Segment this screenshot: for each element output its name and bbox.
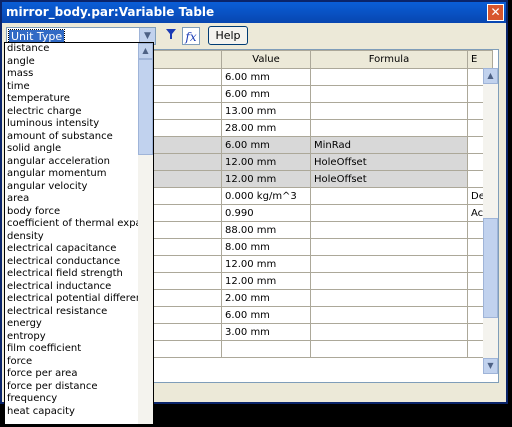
dropdown-item[interactable]: electrical capacitance xyxy=(5,243,138,256)
dropdown-item[interactable]: frequency xyxy=(5,393,138,406)
dropdown-item[interactable]: angular acceleration xyxy=(5,156,138,169)
cell-value[interactable]: 6.00 mm xyxy=(221,136,311,154)
dropdown-item[interactable]: force per area xyxy=(5,368,138,381)
cell-formula[interactable]: MinRad xyxy=(310,136,468,154)
window-title: mirror_body.par:Variable Table xyxy=(6,5,215,19)
cell-formula[interactable] xyxy=(310,68,468,86)
dropdown-item[interactable]: amount of substance xyxy=(5,131,138,144)
title-bar[interactable]: mirror_body.par:Variable Table ✕ xyxy=(2,2,506,23)
dropdown-item[interactable]: electrical field strength xyxy=(5,268,138,281)
dropdown-item[interactable]: area xyxy=(5,193,138,206)
column-header-value[interactable]: Value xyxy=(221,50,311,69)
dropdown-item[interactable]: electric charge xyxy=(5,106,138,119)
dropdown-scroll-up-icon[interactable]: ▲ xyxy=(138,43,153,59)
dropdown-item[interactable]: solid angle xyxy=(5,143,138,156)
cell-value[interactable]: 0.990 xyxy=(221,204,311,222)
dropdown-item[interactable]: body force xyxy=(5,206,138,219)
dropdown-item[interactable]: coefficient of thermal expans xyxy=(5,218,138,231)
dropdown-item[interactable]: luminous intensity xyxy=(5,118,138,131)
cell-value[interactable]: 12.00 mm xyxy=(221,153,311,171)
cell-formula[interactable] xyxy=(310,119,468,137)
cell-value[interactable]: 6.00 mm xyxy=(221,306,311,324)
dropdown-item[interactable]: angular velocity xyxy=(5,181,138,194)
dropdown-item[interactable]: time xyxy=(5,81,138,94)
dropdown-item[interactable]: angular momentum xyxy=(5,168,138,181)
column-header-formula[interactable]: Formula xyxy=(310,50,468,69)
cell-formula[interactable] xyxy=(310,255,468,273)
cell-formula[interactable]: HoleOffset xyxy=(310,170,468,188)
dropdown-item[interactable]: electrical resistance xyxy=(5,306,138,319)
cell-formula[interactable] xyxy=(310,306,468,324)
cell-formula[interactable] xyxy=(310,204,468,222)
cell-value[interactable]: 88.00 mm xyxy=(221,221,311,239)
filter-button[interactable] xyxy=(162,27,180,45)
cell-value[interactable]: 6.00 mm xyxy=(221,68,311,86)
dropdown-item[interactable]: electrical inductance xyxy=(5,281,138,294)
cell-value[interactable]: 12.00 mm xyxy=(221,170,311,188)
scroll-thumb[interactable] xyxy=(483,218,498,318)
dropdown-item[interactable]: film coefficient xyxy=(5,343,138,356)
dropdown-item[interactable]: force xyxy=(5,356,138,369)
cell-formula[interactable] xyxy=(310,85,468,103)
cell-value[interactable]: 8.00 mm xyxy=(221,238,311,256)
dropdown-item[interactable]: mass xyxy=(5,68,138,81)
dropdown-item[interactable]: heat capacity xyxy=(5,406,138,419)
dropdown-item[interactable]: temperature xyxy=(5,93,138,106)
dropdown-scrollbar[interactable]: ▲ xyxy=(138,43,153,424)
help-label: Help xyxy=(215,29,241,42)
cell-formula[interactable] xyxy=(310,187,468,205)
dropdown-item[interactable]: angle xyxy=(5,56,138,69)
cell-formula[interactable] xyxy=(310,221,468,239)
dropdown-items: distance angle mass time temperature electric… xyxy=(5,43,138,418)
cell-value[interactable]: 13.00 mm xyxy=(221,102,311,120)
dropdown-item[interactable]: energy xyxy=(5,318,138,331)
cell-value[interactable] xyxy=(221,340,311,358)
dropdown-item[interactable]: force per distance xyxy=(5,381,138,394)
dropdown-item[interactable]: electrical potential difference xyxy=(5,293,138,306)
cell-value[interactable]: 12.00 mm xyxy=(221,255,311,273)
formula-icon: fx xyxy=(185,30,197,44)
close-icon: ✕ xyxy=(490,5,501,19)
cell-formula[interactable] xyxy=(310,102,468,120)
cell-value[interactable]: 0.000 kg/m^3 xyxy=(221,187,311,205)
cell-formula[interactable] xyxy=(310,272,468,290)
cell-formula[interactable] xyxy=(310,238,468,256)
help-button[interactable]: Help xyxy=(208,26,248,45)
column-header-extra[interactable]: E xyxy=(467,50,493,69)
cell-formula[interactable]: HoleOffset xyxy=(310,153,468,171)
dropdown-scroll-thumb[interactable] xyxy=(138,59,153,155)
dropdown-item[interactable]: electrical conductance xyxy=(5,256,138,269)
formula-button[interactable]: fx xyxy=(182,27,200,45)
scroll-down-icon[interactable]: ▼ xyxy=(483,358,498,374)
filter-icon xyxy=(166,29,176,39)
cell-value[interactable]: 6.00 mm xyxy=(221,85,311,103)
unit-type-dropdown-list[interactable]: distance angle mass time temperature electric… xyxy=(4,42,154,425)
dropdown-item[interactable]: distance xyxy=(5,43,138,56)
vertical-scrollbar[interactable]: ▲ ▼ xyxy=(483,68,498,374)
close-button[interactable]: ✕ xyxy=(487,4,504,21)
cell-value[interactable]: 2.00 mm xyxy=(221,289,311,307)
dropdown-item[interactable]: entropy xyxy=(5,331,138,344)
cell-value[interactable]: 12.00 mm xyxy=(221,272,311,290)
dropdown-item[interactable]: density xyxy=(5,231,138,244)
cell-value[interactable]: 28.00 mm xyxy=(221,119,311,137)
cell-formula[interactable] xyxy=(310,323,468,341)
cell-formula[interactable] xyxy=(310,340,468,358)
scroll-up-icon[interactable]: ▲ xyxy=(483,68,498,84)
cell-formula[interactable] xyxy=(310,289,468,307)
cell-value[interactable]: 3.00 mm xyxy=(221,323,311,341)
